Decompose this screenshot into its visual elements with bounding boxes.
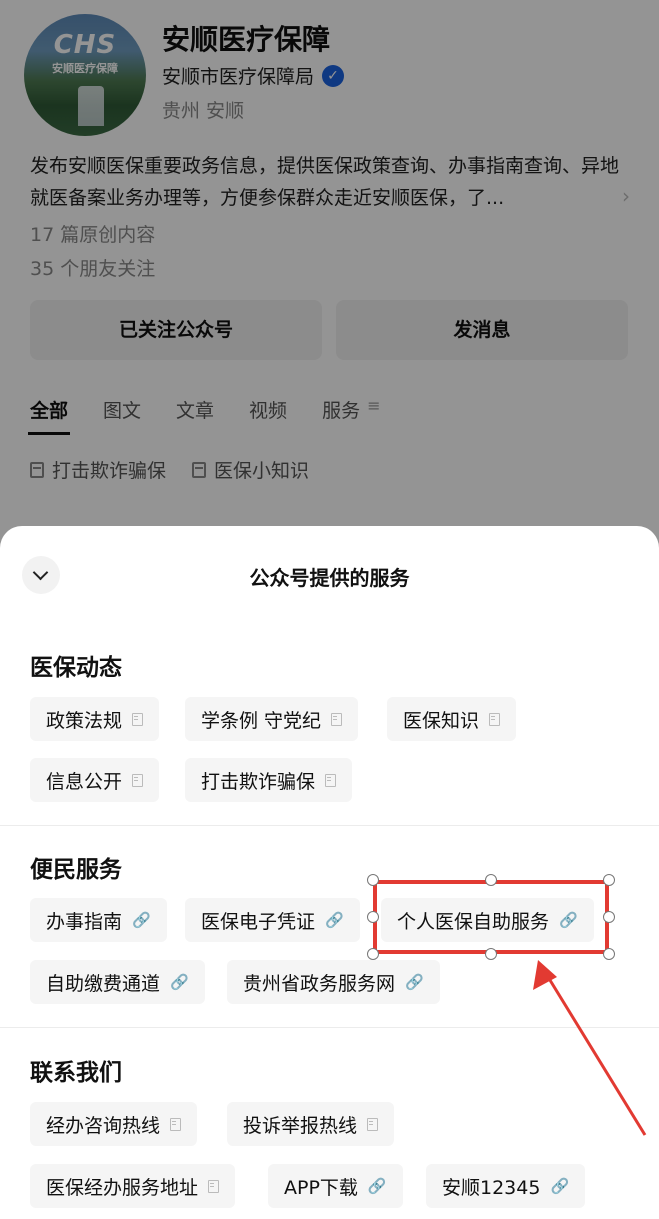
resize-handle[interactable] xyxy=(485,874,497,886)
document-icon xyxy=(132,773,144,787)
resize-handle[interactable] xyxy=(603,874,615,886)
service-item[interactable]: 医保经办服务地址 xyxy=(30,1164,236,1208)
section-divider xyxy=(0,1027,659,1028)
service-item[interactable]: 投诉举报热线 xyxy=(227,1102,395,1146)
service-item[interactable]: 经办咨询热线 xyxy=(30,1102,198,1146)
service-label: 学条例 守党纪 xyxy=(201,709,322,732)
document-icon xyxy=(170,1117,182,1131)
service-label: 经办咨询热线 xyxy=(46,1114,161,1137)
service-item[interactable]: 办事指南 🔗 xyxy=(30,898,167,942)
service-label: 信息公开 xyxy=(46,770,123,793)
service-item[interactable]: 学条例 守党纪 xyxy=(185,697,359,741)
service-item[interactable]: 医保知识 xyxy=(387,697,517,741)
resize-handle[interactable] xyxy=(367,911,379,923)
link-icon: 🔗 xyxy=(367,1177,387,1195)
document-icon xyxy=(325,773,337,787)
resize-handle[interactable] xyxy=(603,911,615,923)
service-item[interactable]: 医保电子凭证 🔗 xyxy=(185,898,360,942)
section-title-contact: 联系我们 xyxy=(30,1060,122,1086)
service-label: 投诉举报热线 xyxy=(243,1114,358,1137)
link-icon: 🔗 xyxy=(132,911,151,929)
annotation-highlight-box xyxy=(373,880,609,954)
service-label: 医保知识 xyxy=(403,709,480,732)
section-title-services: 便民服务 xyxy=(30,857,122,883)
sheet-title: 公众号提供的服务 xyxy=(249,566,410,590)
service-label: 办事指南 xyxy=(46,910,123,933)
services-sheet: 公众号提供的服务 医保动态 政策法规 学条例 守党纪 医保知识 信息公开 打击欺… xyxy=(0,526,659,1219)
service-label: APP下载 xyxy=(284,1176,358,1199)
service-item[interactable]: APP下载 🔗 xyxy=(268,1164,403,1208)
resize-handle[interactable] xyxy=(603,948,615,960)
document-icon xyxy=(367,1117,379,1131)
service-label: 安顺12345 xyxy=(442,1176,541,1199)
section-divider xyxy=(0,825,659,826)
document-icon xyxy=(331,712,343,726)
service-label: 自助缴费通道 xyxy=(46,972,161,995)
resize-handle[interactable] xyxy=(485,948,497,960)
service-item[interactable]: 自助缴费通道 🔗 xyxy=(30,960,205,1004)
service-label: 政策法规 xyxy=(46,709,123,732)
document-icon xyxy=(132,712,144,726)
service-label: 医保电子凭证 xyxy=(201,910,316,933)
service-item[interactable]: 打击欺诈骗保 xyxy=(185,758,353,802)
service-item[interactable]: 信息公开 xyxy=(30,758,160,802)
link-icon: 🔗 xyxy=(170,973,189,991)
resize-handle[interactable] xyxy=(367,948,379,960)
link-icon: 🔗 xyxy=(550,1177,570,1195)
resize-handle[interactable] xyxy=(367,874,379,886)
service-label: 贵州省政务服务网 xyxy=(243,972,396,995)
service-label: 打击欺诈骗保 xyxy=(201,770,316,793)
link-icon: 🔗 xyxy=(405,973,424,991)
service-label: 医保经办服务地址 xyxy=(46,1176,199,1199)
section-title-news: 医保动态 xyxy=(30,655,122,681)
document-icon xyxy=(208,1179,220,1193)
service-item[interactable]: 安顺12345 🔗 xyxy=(426,1164,586,1208)
service-item[interactable]: 贵州省政务服务网 🔗 xyxy=(227,960,440,1004)
service-item[interactable]: 政策法规 xyxy=(30,697,160,741)
link-icon: 🔗 xyxy=(325,911,344,929)
document-icon xyxy=(489,712,501,726)
